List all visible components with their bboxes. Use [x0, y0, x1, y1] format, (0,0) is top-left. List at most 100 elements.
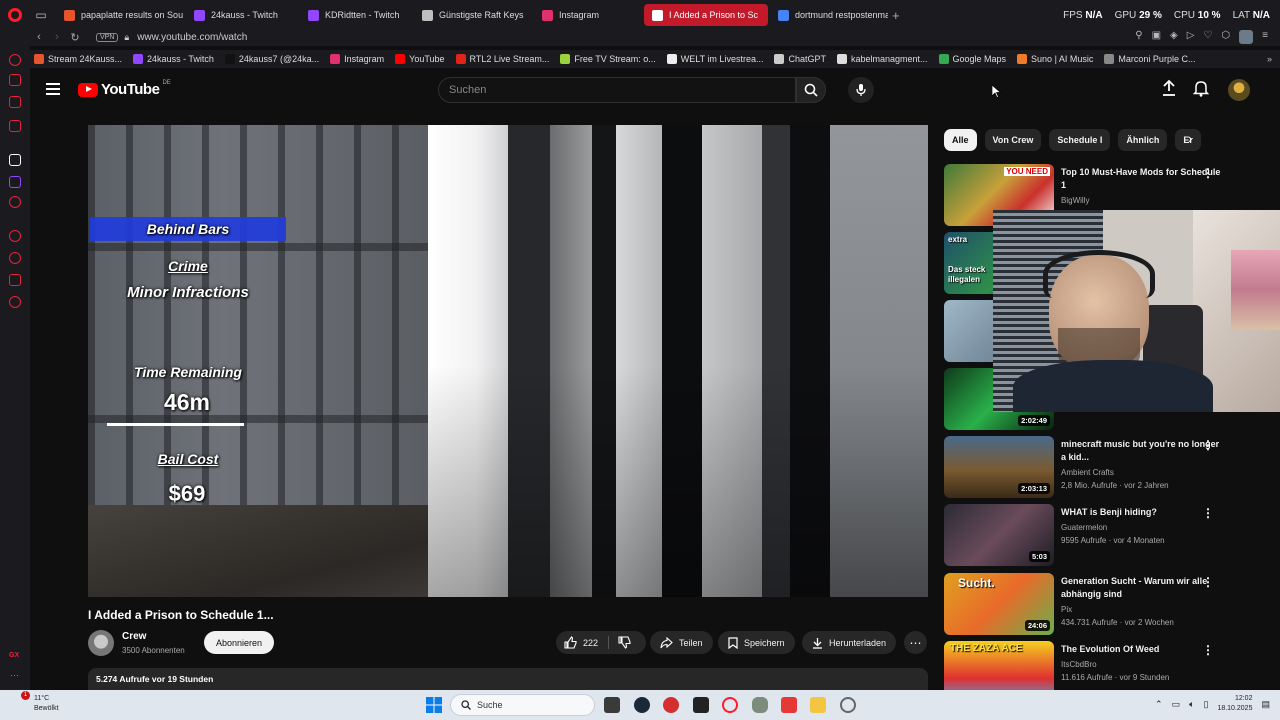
browser-tab[interactable]: Günstigste Raft Keys — [414, 4, 532, 26]
profile-avatar[interactable] — [1239, 30, 1254, 44]
recommended-video[interactable]: 2:03:13 minecraft music but you're no lon… — [944, 436, 1264, 498]
windows-start-icon[interactable] — [426, 697, 442, 713]
epic-games-icon[interactable] — [693, 697, 709, 713]
url-field[interactable]: www.youtube.com/watch — [137, 32, 247, 43]
browser-tab[interactable]: Instagram — [534, 4, 642, 26]
opera-menu-icon[interactable] — [0, 0, 30, 30]
streaming-app-icon[interactable] — [781, 697, 797, 713]
weather-widget[interactable]: 1 11°C Bewölkt — [16, 691, 59, 714]
lock-icon[interactable]: 🔒︎ — [124, 32, 129, 43]
vpn-badge[interactable]: VPN — [96, 32, 119, 42]
bookmark-item[interactable]: 24kauss - Twitch — [133, 54, 214, 64]
bookmark-item[interactable]: Suno | AI Music — [1017, 54, 1093, 64]
browser-tab[interactable]: 24kauss - Twitch — [186, 4, 298, 26]
forward-icon[interactable]: › — [48, 31, 66, 43]
bookmark-item[interactable]: WELT im Livestrea... — [666, 54, 763, 64]
bookmark-item[interactable]: Marconi Purple C... — [1104, 54, 1195, 64]
battery-icon[interactable]: ▯ — [1203, 699, 1208, 710]
account-avatar[interactable] — [1228, 79, 1250, 101]
video-title[interactable]: The Evolution Of Weed — [1061, 643, 1221, 656]
tab-workspace-icon[interactable]: ▭ — [30, 8, 52, 22]
heart-icon[interactable]: ♡ — [1203, 30, 1212, 44]
notification-center-icon[interactable]: ▤ — [1261, 699, 1270, 710]
video-thumbnail[interactable]: Sucht. 24:06 — [944, 573, 1054, 635]
ai-icon[interactable] — [9, 154, 21, 166]
video-channel[interactable]: ItsCbdBro — [1061, 660, 1097, 669]
video-title[interactable]: Generation Sucht - Warum wir alle abhäng… — [1061, 575, 1221, 601]
settings-icon[interactable] — [9, 296, 21, 308]
music-icon[interactable] — [9, 196, 21, 208]
filter-chip[interactable]: Von Crew — [984, 129, 1042, 151]
browser-tab[interactable]: papaplatte results on Sou — [56, 4, 184, 26]
back-icon[interactable]: ‹ — [30, 31, 48, 43]
share-button[interactable]: Teilen — [650, 631, 713, 654]
video-channel[interactable]: BigWilly — [1061, 196, 1089, 205]
task-view-icon[interactable] — [604, 697, 620, 713]
guide-menu-icon[interactable] — [46, 83, 60, 98]
video-title[interactable]: Top 10 Must-Have Mods for Schedule 1 — [1061, 166, 1221, 192]
snapshot-icon[interactable]: ▣ — [1152, 30, 1161, 44]
bookmark-item[interactable]: Stream 24Kauss... — [34, 54, 122, 64]
video-channel[interactable]: Ambient Crafts — [1061, 468, 1114, 477]
recording-app-icon[interactable] — [663, 697, 679, 713]
opera-gx-taskbar-icon[interactable] — [722, 697, 738, 713]
player-sidebar-icon[interactable] — [9, 230, 21, 242]
menu-icon[interactable]: ≡ — [1262, 30, 1268, 44]
like-button[interactable]: 222 — [564, 636, 598, 649]
taskbar-search[interactable]: Suche — [450, 694, 595, 716]
video-thumbnail[interactable]: 5:03 — [944, 504, 1054, 566]
tray-overflow-icon[interactable]: ⌃ — [1155, 699, 1163, 710]
search-input[interactable]: Suchen — [438, 77, 796, 103]
save-button[interactable]: Speichern — [718, 631, 795, 654]
voice-search-button[interactable] — [848, 77, 874, 103]
search-button[interactable] — [796, 77, 826, 103]
home-icon[interactable] — [9, 74, 21, 86]
channel-name[interactable]: Crew — [122, 631, 146, 642]
volume-icon[interactable]: 🔈︎ — [1189, 699, 1194, 710]
thumbs-down-icon[interactable] — [618, 636, 631, 649]
download-button[interactable]: Herunterladen — [802, 631, 897, 654]
more-vert-icon[interactable]: ⋮ — [1202, 438, 1214, 452]
gx-corner-icon[interactable] — [9, 96, 21, 108]
browser-tab[interactable]: dortmund restpostenmar — [770, 4, 888, 26]
bookmark-item[interactable]: ChatGPT — [774, 54, 826, 64]
extensions-sidebar-icon[interactable] — [9, 274, 21, 286]
bookmark-item[interactable]: Free TV Stream: o... — [560, 54, 656, 64]
filter-chip[interactable]: Ähnlich — [1118, 129, 1168, 151]
browser-tab[interactable]: KDRidtten - Twitch — [300, 4, 412, 26]
clock[interactable]: 12:02 18.10.2025 — [1217, 694, 1252, 714]
more-vert-icon[interactable]: ⋮ — [1202, 575, 1214, 589]
subscribe-button[interactable]: Abonnieren — [204, 631, 274, 654]
twitch-icon[interactable] — [9, 176, 21, 188]
video-title[interactable]: WHAT is Benji hiding? — [1061, 506, 1221, 519]
bookmark-item[interactable]: RTL2 Live Stream... — [455, 54, 549, 64]
video-player[interactable]: Behind Bars Crime Minor Infractions Time… — [88, 125, 928, 597]
steam-icon[interactable] — [634, 697, 650, 713]
notifications-bell-icon[interactable] — [1193, 79, 1209, 97]
network-icon[interactable]: ▭ — [1172, 699, 1181, 710]
filter-chip[interactable]: Schedule I — [1049, 129, 1111, 151]
bookmark-item[interactable]: kabelmanagment... — [836, 54, 928, 64]
browser-tab[interactable]: I Added a Prison to Sc — [644, 4, 768, 26]
reload-icon[interactable]: ↻ — [66, 31, 84, 44]
video-channel[interactable]: Pix — [1061, 605, 1072, 614]
bookmarks-overflow-icon[interactable]: » — [1267, 54, 1272, 64]
video-title[interactable]: minecraft music but you're no longer a k… — [1061, 438, 1221, 464]
channel-avatar[interactable] — [88, 630, 114, 656]
bookmark-item[interactable]: Instagram — [330, 54, 384, 64]
extensions-icon[interactable]: ⬡ — [1221, 30, 1230, 44]
more-vert-icon[interactable]: ⋮ — [1202, 643, 1214, 657]
more-vert-icon[interactable]: ⋮ — [1202, 166, 1214, 180]
gx-control-icon[interactable] — [9, 54, 21, 66]
video-thumbnail[interactable]: THE ZAZA ACE — [944, 641, 1054, 690]
settings-app-icon[interactable] — [840, 697, 856, 713]
video-channel[interactable]: Guatermelon — [1061, 523, 1107, 532]
sidebar-more-icon[interactable]: ⋯ — [10, 670, 19, 681]
video-thumbnail[interactable]: 2:03:13 — [944, 436, 1054, 498]
more-vert-icon[interactable]: ⋮ — [1202, 506, 1214, 520]
recommended-video[interactable]: 5:03 WHAT is Benji hiding? Guatermelon 9595… — [944, 504, 1264, 566]
bookmark-item[interactable]: YouTube — [395, 54, 445, 64]
more-actions-button[interactable]: ⋯ — [904, 631, 927, 654]
bookmark-item[interactable]: 24kauss7 (@24ka... — [224, 54, 319, 64]
history-icon[interactable] — [9, 252, 21, 264]
